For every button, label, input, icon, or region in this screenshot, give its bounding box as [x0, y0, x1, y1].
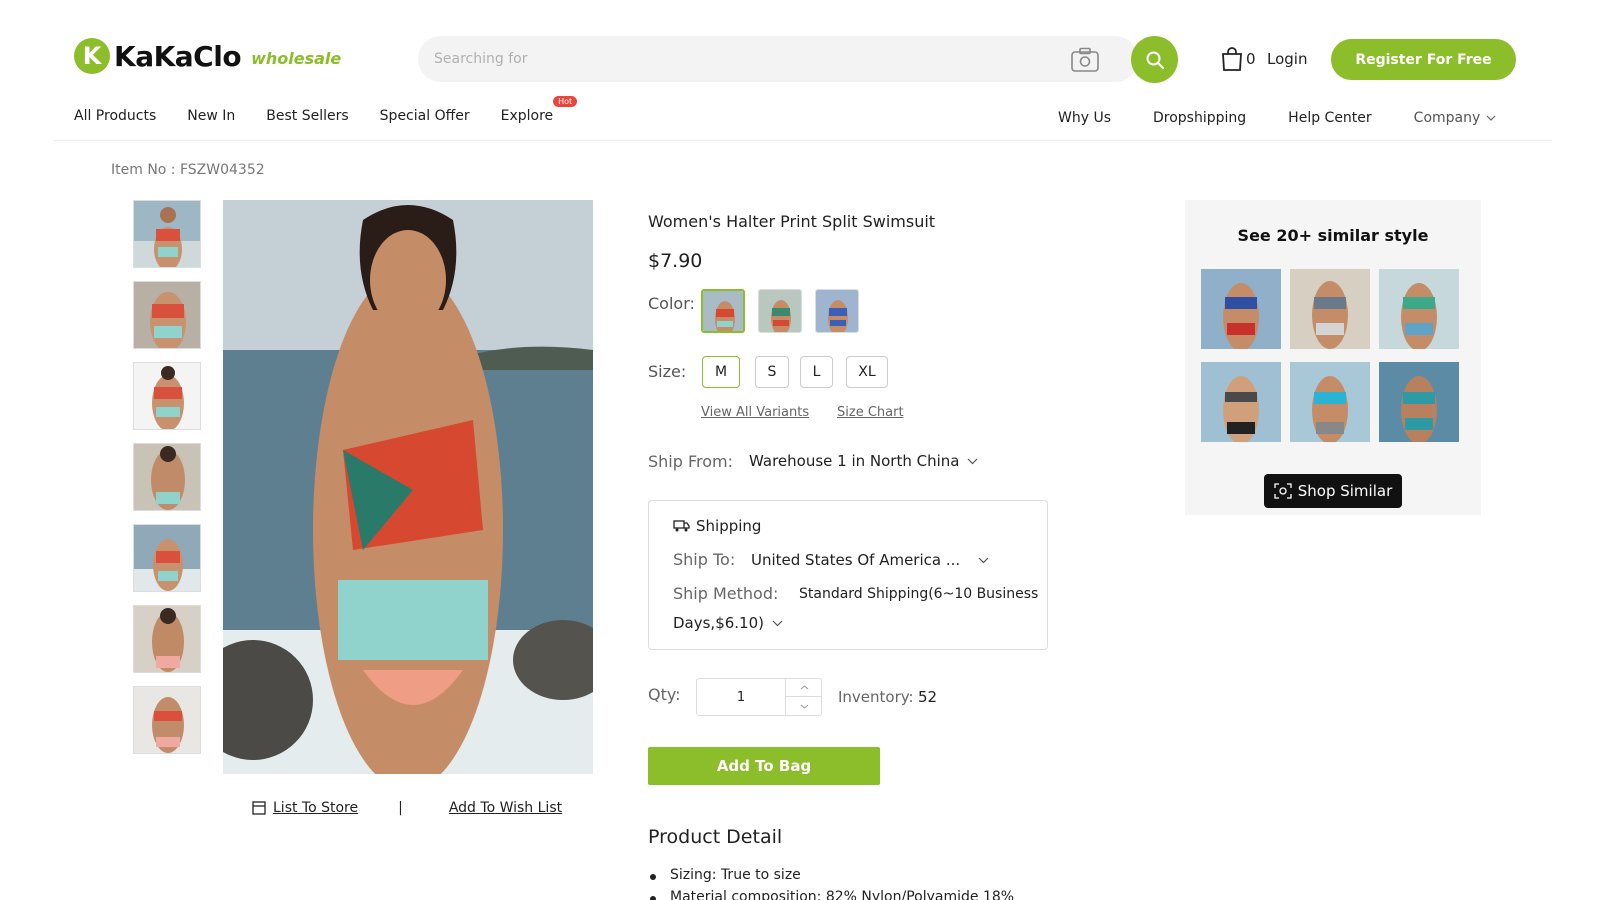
shopping-bag-icon[interactable]	[1220, 46, 1244, 72]
ship-method-select[interactable]: Days,$6.10)	[673, 614, 783, 632]
ship-method-value[interactable]: Standard Shipping(6~10 Business	[799, 586, 1038, 602]
quantity-stepper	[696, 678, 822, 716]
chevron-down-icon	[1486, 115, 1496, 121]
ship-method-label: Ship Method:	[673, 584, 779, 603]
ship-from-select[interactable]: Warehouse 1 in North China	[749, 452, 978, 470]
size-option-xl[interactable]: XL	[846, 356, 888, 388]
chevron-down-icon	[968, 458, 978, 464]
qty-decrease-button[interactable]	[785, 697, 822, 715]
thumbnail[interactable]	[133, 605, 201, 673]
search-input[interactable]	[434, 48, 994, 70]
similar-title: See 20+ similar style	[1237, 226, 1429, 245]
hot-badge: Hot	[553, 96, 578, 107]
similar-product-image[interactable]	[1290, 362, 1370, 442]
color-swatch[interactable]	[701, 289, 745, 333]
camera-search-icon[interactable]	[1070, 47, 1100, 73]
product-detail-title: Product Detail	[648, 826, 783, 848]
thumbnail[interactable]	[133, 686, 201, 754]
logo[interactable]: K KaKaClo wholesale	[74, 38, 341, 74]
ship-from-value: Warehouse 1 in North China	[749, 452, 960, 470]
qty-increase-button[interactable]	[785, 679, 822, 697]
view-all-variants-link[interactable]: View All Variants	[701, 405, 809, 420]
item-number: Item No : FSZW04352	[111, 162, 265, 178]
search-icon	[1146, 51, 1164, 69]
thumbnail-list	[133, 200, 201, 767]
inventory-value: 52	[918, 688, 938, 706]
size-option-s[interactable]: S	[755, 356, 789, 388]
similar-product-image[interactable]	[1379, 269, 1459, 349]
similar-product-image[interactable]	[1201, 362, 1281, 442]
link-separator: |	[398, 800, 403, 816]
size-chart-link[interactable]: Size Chart	[837, 405, 904, 420]
shop-similar-label: Shop Similar	[1297, 482, 1393, 500]
nav-why-us[interactable]: Why Us	[1058, 110, 1111, 126]
similar-product-image[interactable]	[1290, 269, 1370, 349]
logo-mark: K	[74, 38, 110, 74]
chevron-down-icon	[978, 557, 989, 563]
nav-best-sellers[interactable]: Best Sellers	[266, 108, 348, 124]
camera-scan-icon	[1274, 483, 1292, 499]
similar-styles-panel: See 20+ similar style Shop Similar	[1185, 200, 1481, 515]
list-item: Sizing: True to size	[648, 867, 1014, 889]
main-nav: All Products New In Best Sellers Special…	[74, 96, 584, 124]
inventory-label: Inventory:	[838, 688, 914, 706]
thumbnail[interactable]	[133, 362, 201, 430]
ship-to-value: United States Of America ...	[751, 551, 961, 569]
quantity-input[interactable]	[697, 679, 785, 715]
color-label: Color:	[648, 294, 695, 313]
size-label: Size:	[648, 362, 687, 381]
register-button[interactable]: Register For Free	[1331, 39, 1516, 80]
product-title: Women's Halter Print Split Swimsuit	[648, 212, 936, 231]
product-price: $7.90	[648, 250, 703, 272]
chevron-down-icon	[772, 620, 783, 626]
nav-special-offer[interactable]: Special Offer	[380, 108, 470, 124]
thumbnail[interactable]	[133, 443, 201, 511]
shipping-header: Shipping	[673, 517, 761, 535]
nav-dropshipping[interactable]: Dropshipping	[1153, 110, 1246, 126]
list-to-store-link[interactable]: List To Store	[273, 800, 358, 816]
shipping-title: Shipping	[696, 517, 762, 535]
similar-product-image[interactable]	[1201, 269, 1281, 349]
store-links: List To Store | Add To Wish List	[252, 800, 562, 816]
thumbnail[interactable]	[133, 524, 201, 592]
truck-icon	[673, 520, 690, 532]
shop-similar-button[interactable]: Shop Similar	[1264, 474, 1402, 508]
color-swatch[interactable]	[758, 289, 802, 333]
list-item: Material composition: 82% Nylon/Polyamid…	[648, 889, 1014, 900]
color-swatch[interactable]	[815, 289, 859, 333]
size-option-l[interactable]: L	[800, 356, 833, 388]
size-option-m[interactable]: M	[702, 356, 740, 388]
thumbnail[interactable]	[133, 200, 201, 268]
nav-explore[interactable]: Explore Hot	[500, 96, 578, 124]
chevron-up-icon	[800, 685, 808, 690]
ship-to-label: Ship To:	[673, 550, 736, 569]
nav-company-label: Company	[1413, 110, 1481, 126]
ship-method-value-cont: Days,$6.10)	[673, 614, 764, 632]
nav-explore-label: Explore	[500, 108, 554, 124]
thumbnail[interactable]	[133, 281, 201, 349]
chevron-down-icon	[800, 704, 808, 709]
similar-product-image[interactable]	[1379, 362, 1459, 442]
search-button[interactable]	[1131, 36, 1178, 83]
nav-all-products[interactable]: All Products	[74, 108, 156, 124]
secondary-nav: Why Us Dropshipping Help Center Company	[1058, 110, 1496, 126]
ship-to-select[interactable]: United States Of America ...	[751, 551, 989, 569]
nav-help-center[interactable]: Help Center	[1288, 110, 1372, 126]
search-bar	[418, 36, 1138, 82]
logo-text: KaKaClo	[114, 39, 242, 73]
add-to-bag-button[interactable]: Add To Bag	[648, 747, 880, 785]
header-divider	[54, 140, 1552, 141]
shipping-panel: Shipping Ship To: United States Of Ameri…	[648, 500, 1048, 650]
add-to-wish-list-link[interactable]: Add To Wish List	[449, 800, 562, 816]
nav-company[interactable]: Company	[1414, 110, 1497, 126]
ship-from-label: Ship From:	[648, 452, 734, 471]
logo-subtitle: wholesale	[251, 48, 342, 68]
qty-label: Qty:	[648, 685, 681, 704]
product-detail-list: Sizing: True to size Material compositio…	[648, 867, 1014, 900]
store-icon	[252, 801, 266, 815]
product-main-image[interactable]	[223, 200, 593, 774]
bag-count: 0	[1246, 50, 1256, 68]
nav-new-in[interactable]: New In	[187, 108, 235, 124]
login-link[interactable]: Login	[1267, 50, 1307, 68]
